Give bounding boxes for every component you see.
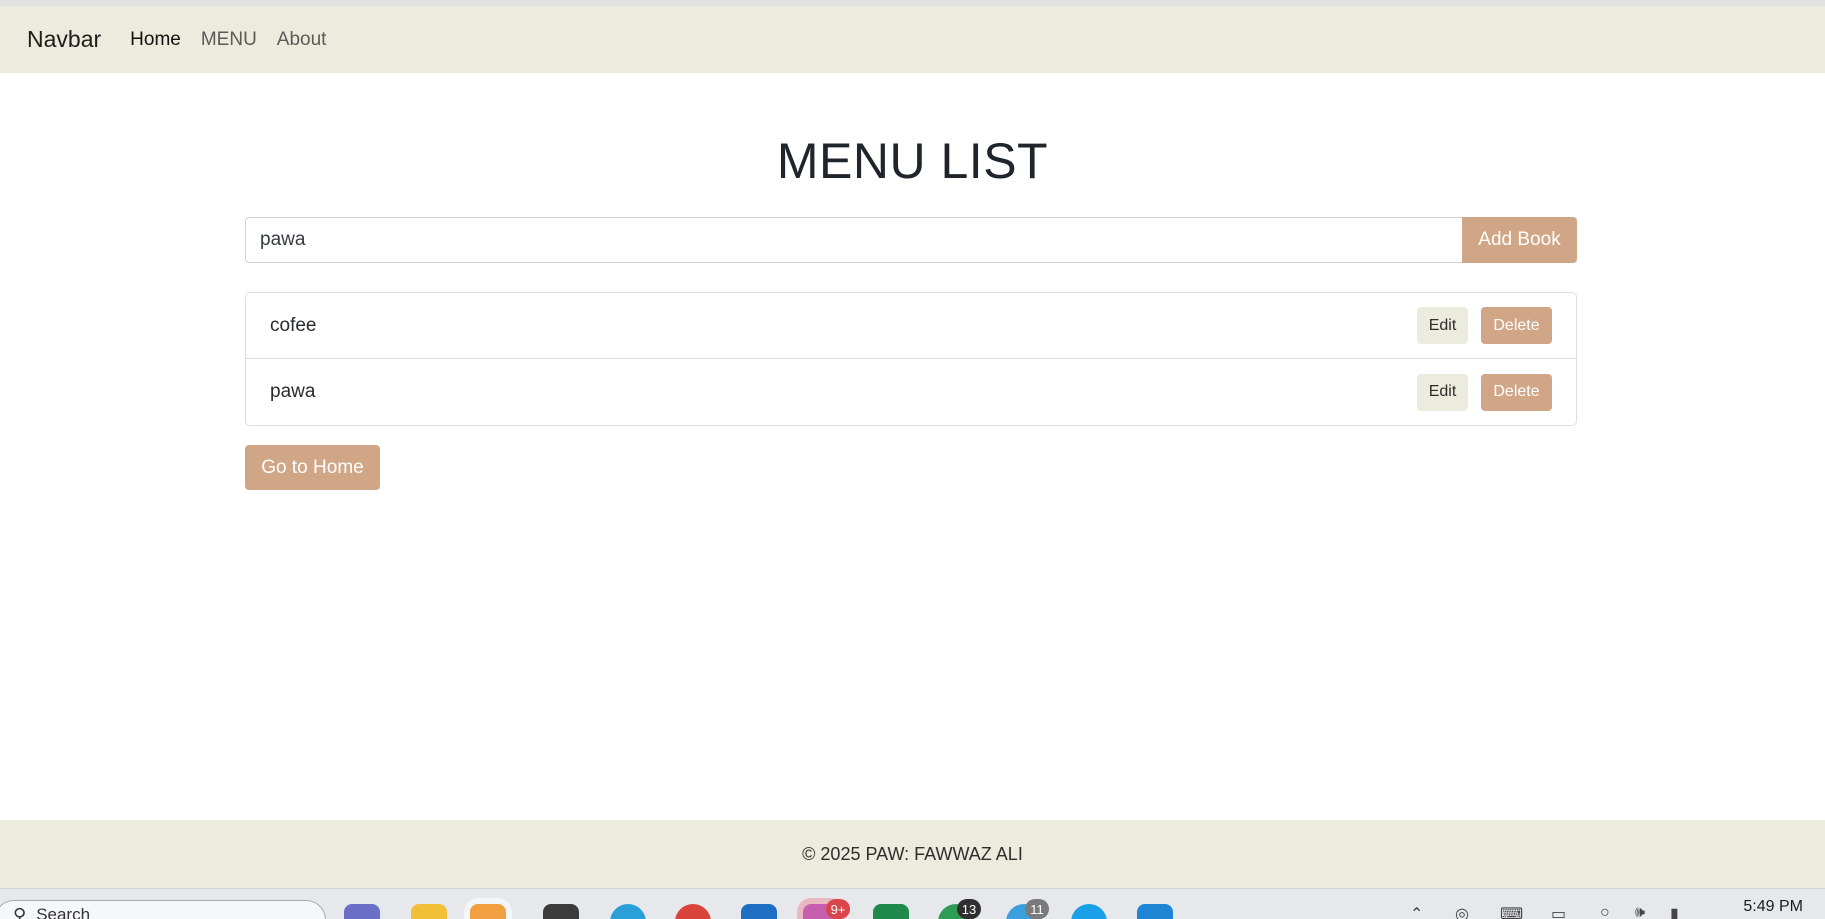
vscode-icon[interactable] [1137, 904, 1173, 919]
navbar-brand[interactable]: Navbar [27, 26, 101, 53]
add-book-button[interactable]: Add Book [1462, 217, 1577, 263]
cloud-icon[interactable] [1071, 904, 1107, 919]
list-item: cofee Edit Delete [246, 293, 1576, 359]
tray-network-icon[interactable]: ◎ [1455, 904, 1469, 919]
tray-battery-icon[interactable]: ▮ [1670, 904, 1679, 919]
add-item-group: pawa Add Book [245, 217, 1577, 263]
tray-display-icon[interactable]: ▭ [1551, 904, 1566, 919]
chrome-icon[interactable] [675, 904, 711, 919]
taskbar-clock[interactable]: 5:49 PM [1743, 898, 1803, 916]
page-title: MENU LIST [776, 133, 1049, 189]
taskbar-search[interactable]: ⚲ Search [0, 900, 326, 919]
mail-badge: 9+ [826, 899, 850, 919]
nav-link-menu[interactable]: MENU [201, 29, 257, 51]
nav-link-about[interactable]: About [277, 29, 327, 51]
footer: © 2025 PAW: FAWWAZ ALI [0, 820, 1825, 888]
tray-wifi-icon[interactable]: ○ [1600, 904, 1610, 919]
terminal-icon[interactable] [543, 904, 579, 919]
tray-chevron-icon[interactable]: ⌃ [1410, 904, 1423, 919]
list-item-name: pawa [270, 381, 316, 402]
folder-icon[interactable] [411, 904, 447, 919]
whatsapp-badge: 13 [957, 899, 981, 919]
item-name-input[interactable]: pawa [245, 217, 1462, 263]
delete-button[interactable]: Delete [1481, 373, 1552, 411]
edit-button[interactable]: Edit [1417, 307, 1468, 344]
footer-text: © 2025 PAW: FAWWAZ ALI [802, 843, 1023, 864]
excel-icon[interactable] [873, 904, 909, 919]
navbar: Navbar Home MENU About [0, 6, 1825, 73]
search-icon: ⚲ [13, 905, 27, 919]
taskbar: ⚲ Search 9+ 13 11 ⌃ ◎ ⌨ ▭ ○ 🕪 ▮ 5:49 PM [0, 888, 1825, 919]
go-to-home-button[interactable]: Go to Home [245, 445, 380, 490]
app-icon[interactable] [470, 904, 506, 919]
outlook-icon[interactable] [741, 904, 777, 919]
nav-link-home[interactable]: Home [130, 29, 181, 51]
tray-keyboard-icon[interactable]: ⌨ [1500, 904, 1523, 919]
list-item-name: cofee [270, 314, 317, 336]
delete-button[interactable]: Delete [1481, 307, 1552, 344]
edit-button[interactable]: Edit [1417, 373, 1468, 411]
menu-list: cofee Edit Delete pawa Edit Delete [245, 292, 1577, 426]
taskbar-search-placeholder: Search [36, 905, 91, 919]
teams-icon[interactable] [344, 904, 380, 919]
edge-icon[interactable] [610, 904, 646, 919]
tray-volume-icon[interactable]: 🕪 [1635, 904, 1645, 919]
list-item: pawa Edit Delete [246, 359, 1576, 425]
telegram-badge: 11 [1025, 899, 1049, 919]
